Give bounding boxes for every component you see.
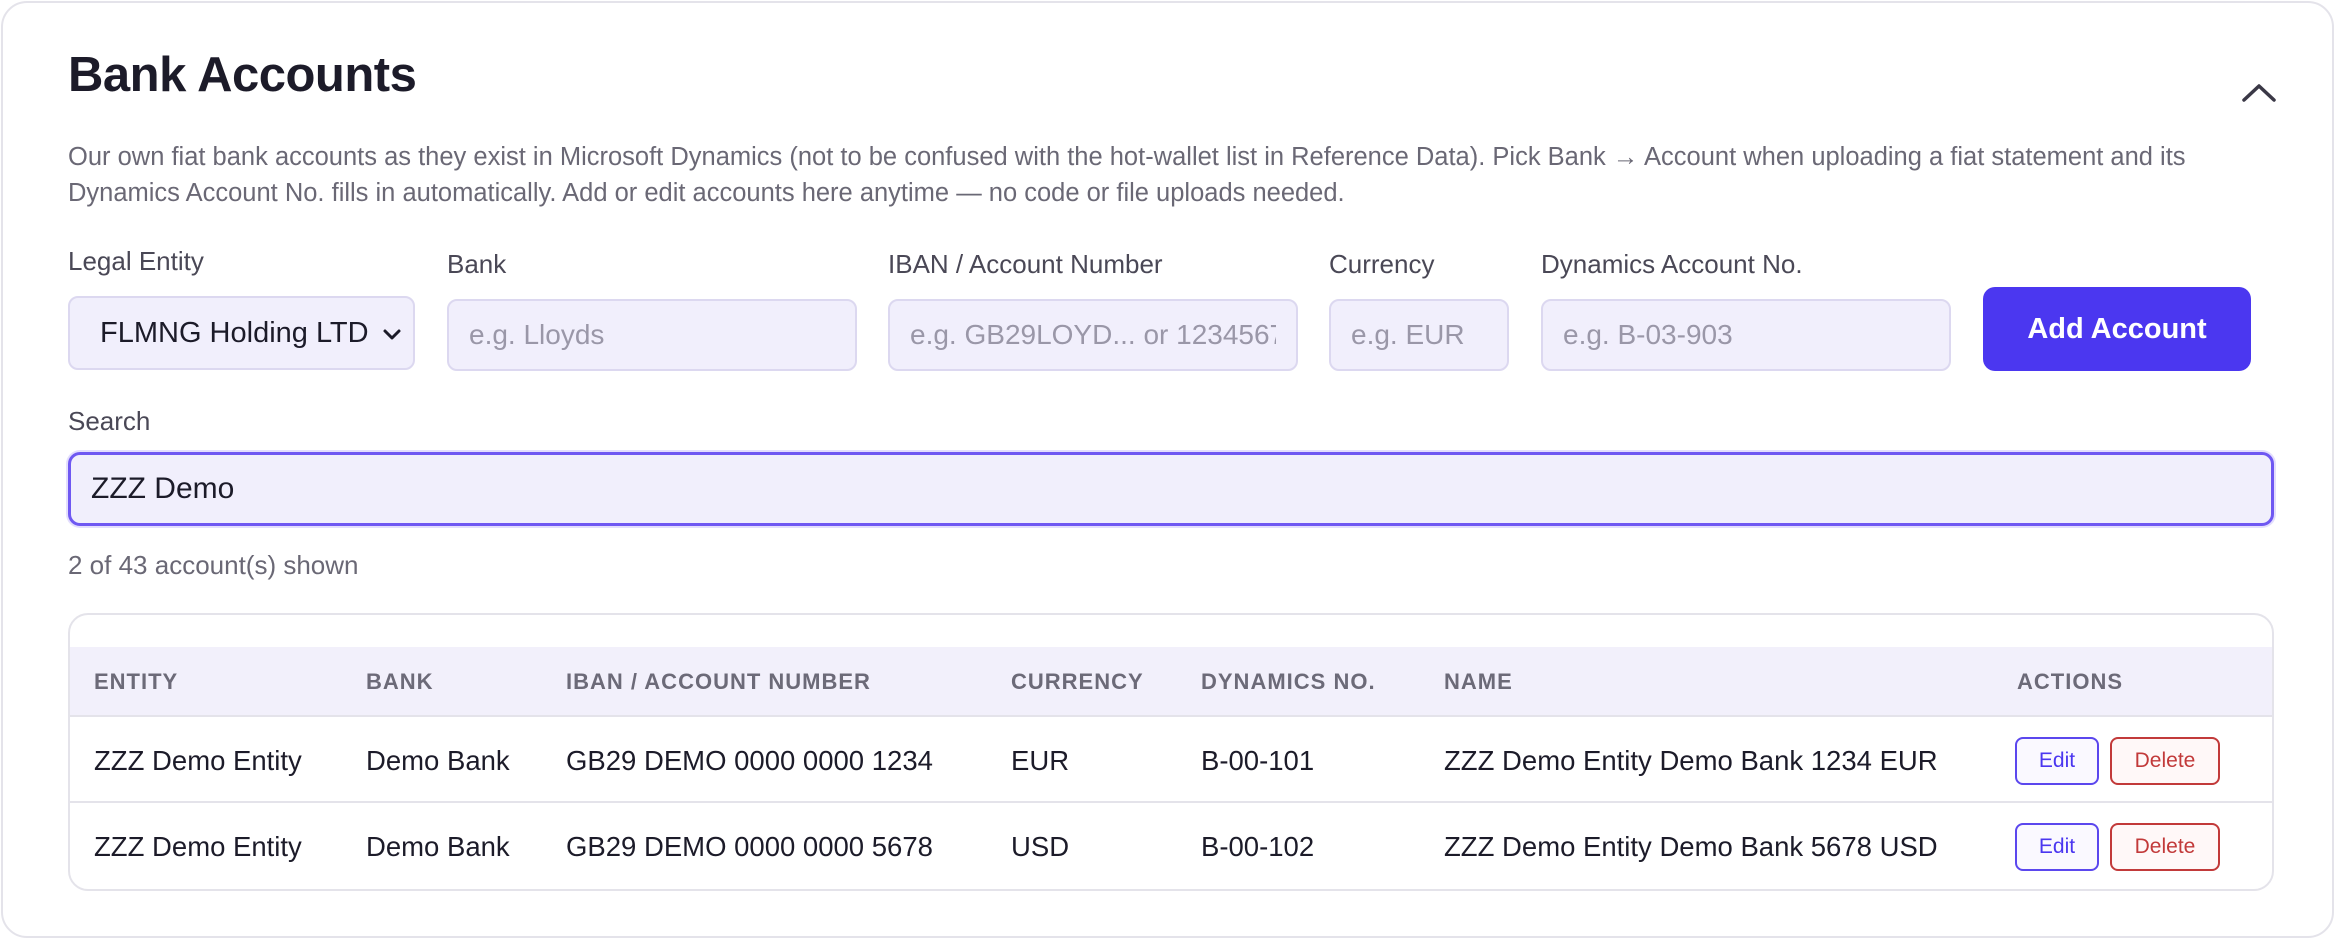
header-actions: ACTIONS — [2017, 669, 2123, 694]
cell-dynamics: B-00-102 — [1201, 831, 1315, 862]
header-dynamics: DYNAMICS NO. — [1201, 669, 1376, 694]
add-account-button[interactable]: Add Account — [1983, 287, 2251, 371]
cell-iban: GB29 DEMO 0000 0000 5678 — [566, 831, 933, 862]
header-name: NAME — [1444, 669, 1513, 694]
currency-label: Currency — [1329, 249, 1435, 279]
legal-entity-select[interactable]: FLMNG Holding LTD — [68, 296, 415, 370]
iban-label: IBAN / Account Number — [888, 249, 1163, 279]
cell-entity: ZZZ Demo Entity — [94, 831, 302, 862]
collapse-button[interactable] — [2239, 79, 2279, 105]
iban-input[interactable] — [888, 299, 1298, 371]
bank-input[interactable] — [447, 299, 857, 371]
cell-name: ZZZ Demo Entity Demo Bank 1234 EUR — [1444, 745, 1938, 776]
dynamics-account-label: Dynamics Account No. — [1541, 249, 1803, 279]
cell-dynamics: B-00-101 — [1201, 745, 1315, 776]
page-title: Bank Accounts — [68, 48, 417, 102]
bank-accounts-card: Bank Accounts Our own fiat bank accounts… — [1, 1, 2334, 938]
bank-label: Bank — [447, 249, 507, 279]
header-bank: BANK — [366, 669, 434, 694]
cell-currency: USD — [1011, 831, 1070, 862]
results-count: 2 of 43 account(s) shown — [68, 550, 359, 580]
cell-bank: Demo Bank — [366, 745, 510, 776]
cell-bank: Demo Bank — [366, 831, 510, 862]
currency-input[interactable] — [1329, 299, 1509, 371]
chevron-down-icon — [383, 329, 401, 340]
cell-iban: GB29 DEMO 0000 0000 1234 — [566, 745, 933, 776]
accounts-table: ENTITY BANK IBAN / ACCOUNT NUMBER CURREN… — [68, 613, 2274, 891]
cell-entity: ZZZ Demo Entity — [94, 745, 302, 776]
search-input[interactable] — [68, 452, 2274, 526]
table-header: ENTITY BANK IBAN / ACCOUNT NUMBER CURREN… — [70, 647, 2272, 717]
header-iban: IBAN / ACCOUNT NUMBER — [566, 669, 871, 694]
delete-button[interactable]: Delete — [2110, 823, 2220, 871]
header-entity: ENTITY — [94, 669, 179, 694]
legal-entity-value: FLMNG Holding LTD — [100, 316, 369, 349]
delete-button[interactable]: Delete — [2110, 737, 2220, 785]
cell-name: ZZZ Demo Entity Demo Bank 5678 USD — [1444, 831, 1938, 862]
edit-button[interactable]: Edit — [2015, 737, 2099, 785]
table-row: ZZZ Demo Entity Demo Bank GB29 DEMO 0000… — [70, 805, 2272, 889]
search-label: Search — [68, 406, 151, 436]
edit-button[interactable]: Edit — [2015, 823, 2099, 871]
header-currency: CURRENCY — [1011, 669, 1144, 694]
chevron-up-icon — [2242, 84, 2276, 102]
cell-currency: EUR — [1011, 745, 1070, 776]
dynamics-account-input[interactable] — [1541, 299, 1951, 371]
legal-entity-label: Legal Entity — [68, 246, 204, 276]
section-description: Our own fiat bank accounts as they exist… — [68, 143, 2186, 207]
table-row: ZZZ Demo Entity Demo Bank GB29 DEMO 0000… — [70, 719, 2272, 803]
